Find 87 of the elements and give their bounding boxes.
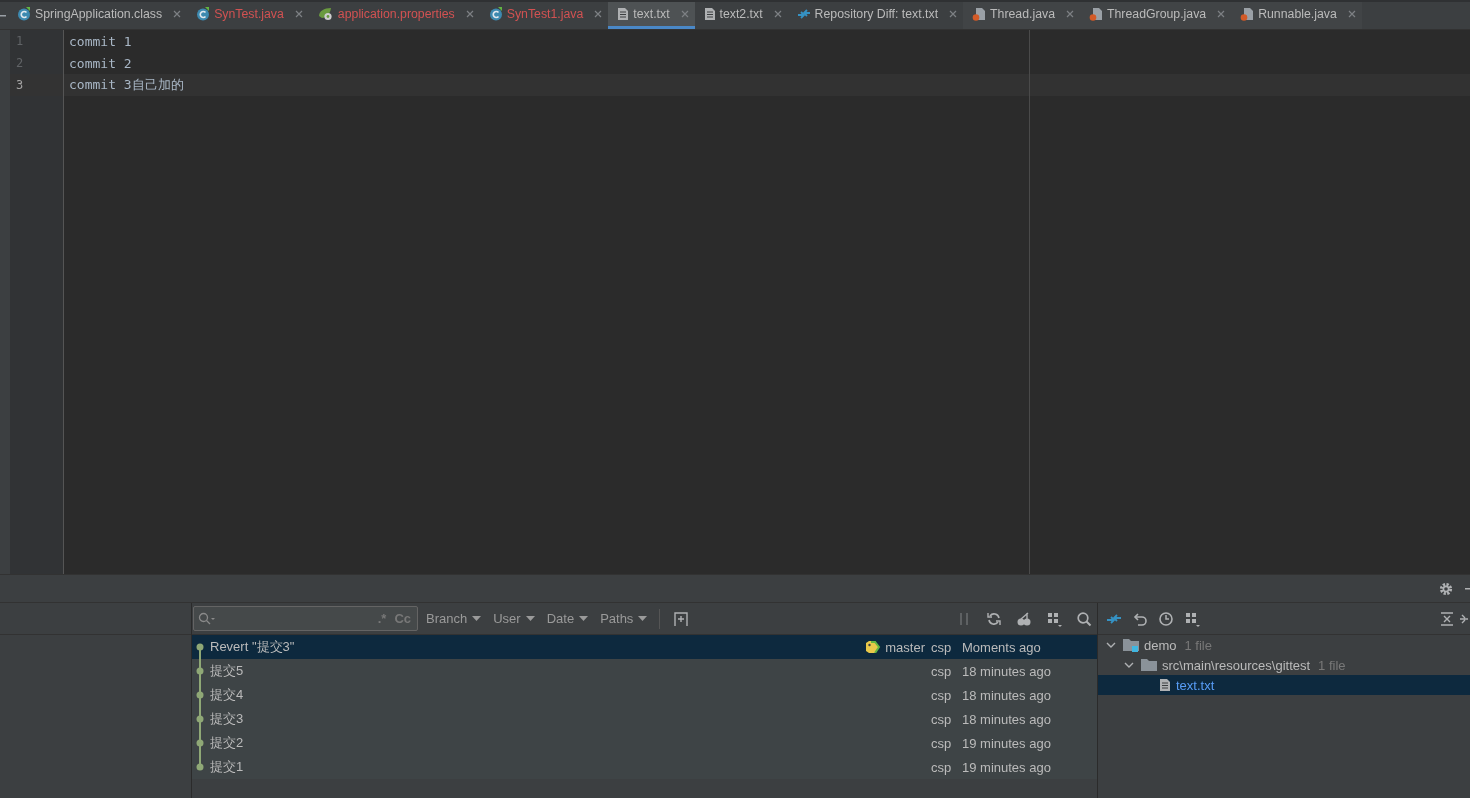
commit-author: csp — [931, 735, 953, 751]
tree-row[interactable]: text.txt — [1098, 675, 1470, 695]
code-line: commit 3自己加的 — [69, 76, 184, 94]
java-file-icon — [1089, 7, 1103, 21]
menu-dash-icon — [0, 14, 6, 17]
close-icon[interactable] — [594, 10, 603, 18]
commit-date: Moments ago — [962, 639, 1042, 655]
close-icon[interactable] — [773, 10, 782, 18]
commit-row[interactable]: 提交3 csp 18 minutes ago — [192, 707, 1097, 731]
folder-icon — [1141, 658, 1157, 672]
undo-icon[interactable] — [1132, 610, 1148, 627]
tag-icon — [866, 641, 883, 653]
editor-tab[interactable]: text2.txt — [694, 2, 788, 29]
new-tab-icon[interactable] — [673, 610, 690, 627]
text-file-icon — [617, 7, 630, 21]
folder-icon — [1123, 638, 1139, 652]
tree-row[interactable]: src\main\resources\gittest 1 file — [1098, 655, 1470, 675]
commit-author: csp — [931, 711, 953, 727]
commit-row[interactable]: Revert "提交3" master csp Moments ago — [192, 635, 1097, 659]
caret-icon — [638, 616, 648, 621]
filter-dropdown[interactable]: User — [489, 611, 539, 626]
refresh-icon[interactable] — [986, 610, 1002, 627]
text-file-icon — [703, 7, 716, 21]
tree-label: text.txt — [1176, 677, 1215, 693]
class-file-icon — [196, 7, 211, 21]
commit-author: csp — [931, 687, 953, 703]
caret-icon — [472, 616, 482, 621]
commit-author: csp — [931, 639, 953, 655]
commit-date: 19 minutes ago — [962, 735, 1052, 751]
java-file-icon — [972, 7, 987, 21]
properties-file-icon — [317, 7, 334, 21]
java-file-icon — [1240, 7, 1255, 21]
editor-tab[interactable]: SpringApplication.class — [8, 2, 188, 29]
editor-tab[interactable]: Repository Diff: text.txt — [787, 2, 964, 29]
commit-message: 提交1 — [209, 758, 245, 776]
text-file-icon — [1159, 678, 1171, 692]
settings-icon[interactable] — [1439, 581, 1453, 596]
diff-arrows-icon — [796, 7, 811, 21]
close-icon[interactable] — [1347, 10, 1356, 18]
filter-dropdown[interactable]: Date — [542, 611, 593, 626]
close-icon[interactable] — [1217, 10, 1226, 18]
editor-tab[interactable]: ThreadGroup.java — [1080, 2, 1232, 29]
filter-dropdown[interactable]: Paths — [596, 611, 652, 626]
commit-date: 19 minutes ago — [962, 759, 1052, 775]
tree-row[interactable]: demo 1 file — [1098, 635, 1470, 655]
file-count: 1 file — [1184, 637, 1212, 653]
line-number: 3 — [16, 78, 24, 92]
commit-row[interactable]: 提交1 csp 19 minutes ago — [192, 755, 1097, 779]
tree-label: demo — [1144, 637, 1177, 653]
editor-tab[interactable]: Thread.java — [963, 2, 1080, 29]
commit-row[interactable]: 提交2 csp 19 minutes ago — [192, 731, 1097, 755]
search-icon — [198, 611, 216, 626]
class-file-icon — [17, 7, 31, 21]
close-icon[interactable] — [173, 10, 182, 18]
clock-icon[interactable] — [1158, 610, 1174, 627]
commit-message: 提交5 — [209, 662, 245, 680]
class-file-icon — [488, 7, 503, 21]
caret-icon — [579, 616, 589, 621]
commit-message: 提交4 — [209, 686, 245, 704]
code-line: commit 1 — [69, 33, 132, 49]
editor-tab[interactable]: text.txt — [608, 2, 695, 29]
commit-row[interactable]: 提交5 csp 18 minutes ago — [192, 659, 1097, 683]
branch-label: master — [885, 639, 925, 655]
commit-message: 提交2 — [209, 734, 245, 752]
editor-tab[interactable]: Runnable.java — [1231, 2, 1362, 29]
file-count: 1 file — [1318, 657, 1346, 673]
close-icon[interactable] — [294, 10, 303, 18]
tree-label: src\main\resources\gittest — [1162, 657, 1311, 673]
commit-author: csp — [931, 663, 953, 679]
grid-icon[interactable] — [1184, 610, 1200, 627]
code-line: commit 2 — [69, 55, 132, 71]
filter-dropdown[interactable]: Branch — [422, 611, 486, 626]
close-icon[interactable] — [1066, 10, 1074, 18]
cherry-icon[interactable] — [1016, 610, 1032, 627]
commit-date: 18 minutes ago — [962, 663, 1052, 679]
commit-message: 提交3 — [209, 710, 245, 728]
commit-message: Revert "提交3" — [209, 638, 296, 656]
search-icon[interactable] — [1076, 610, 1092, 627]
grid-icon[interactable] — [1046, 610, 1062, 627]
expand-all-icon[interactable] — [1439, 610, 1455, 627]
commit-author: csp — [931, 759, 953, 775]
commit-date: 18 minutes ago — [962, 711, 1052, 727]
commit-row[interactable]: 提交4 csp 18 minutes ago — [192, 683, 1097, 707]
close-icon[interactable] — [465, 10, 474, 18]
commit-date: 18 minutes ago — [962, 687, 1052, 703]
close-icon[interactable] — [949, 10, 958, 18]
caret-icon — [525, 616, 535, 621]
